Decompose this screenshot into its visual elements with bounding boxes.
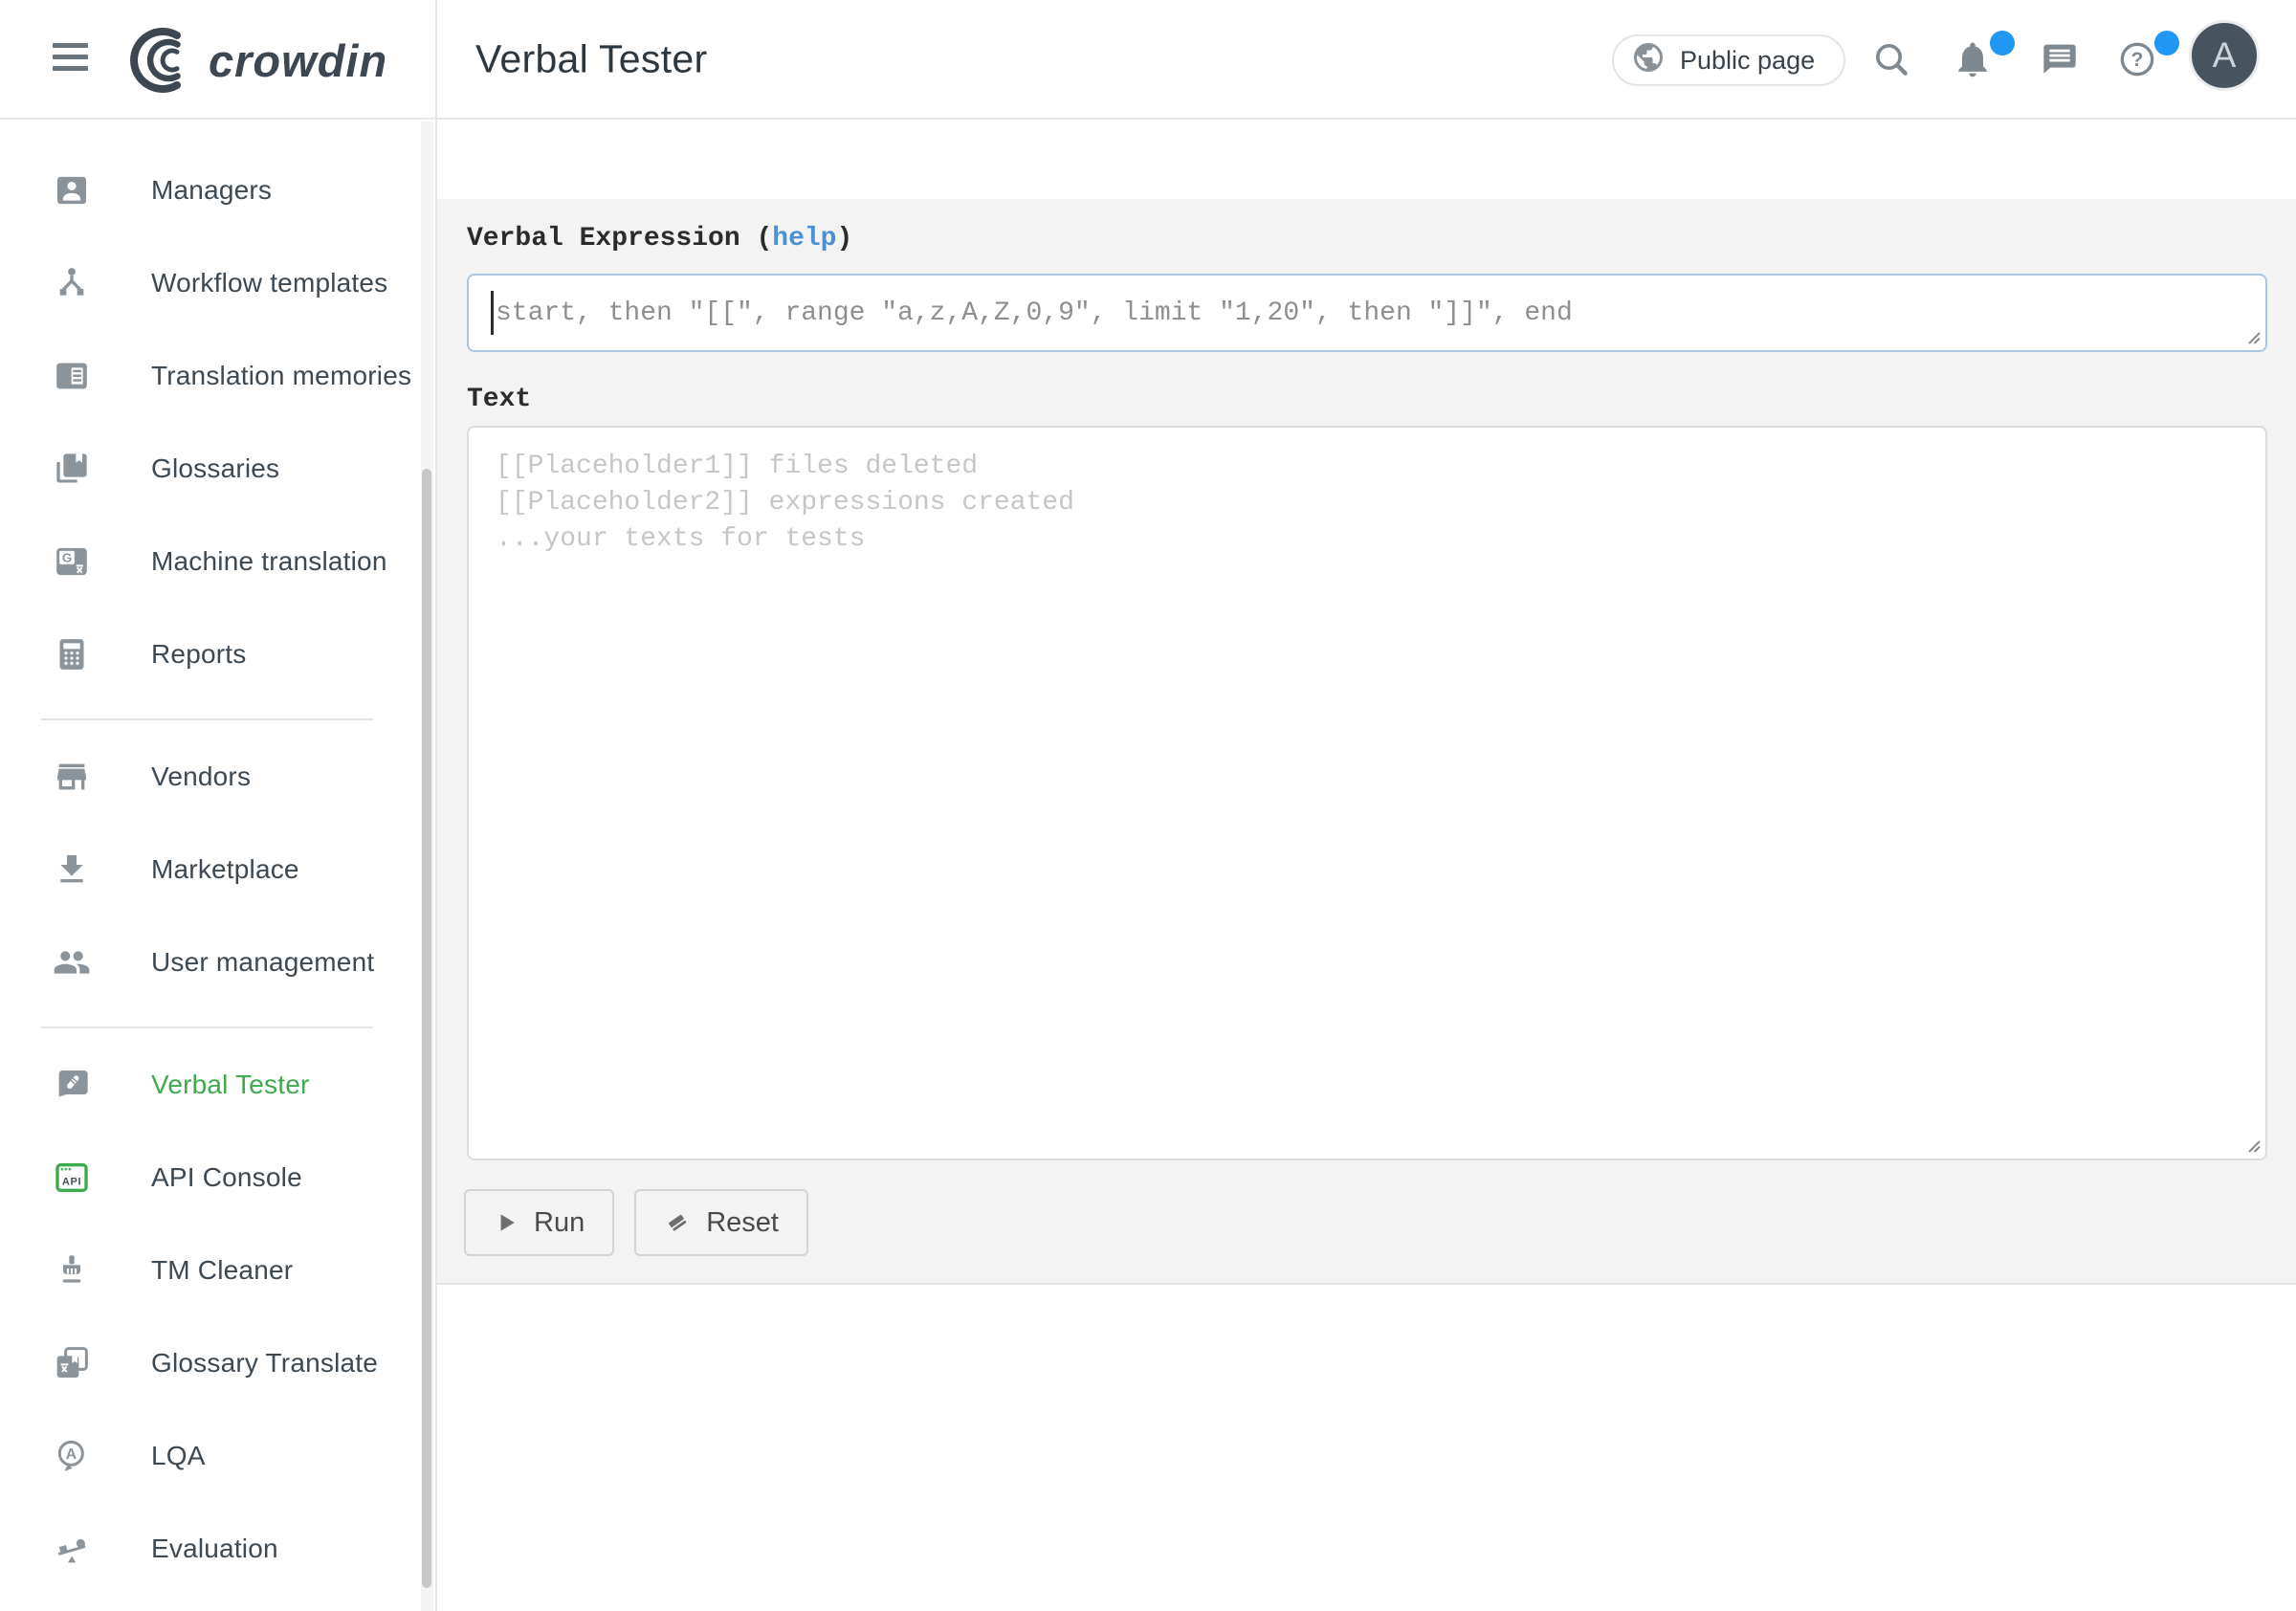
sidebar-item-label: Verbal Tester — [151, 1070, 310, 1100]
svg-text:?: ? — [2131, 49, 2144, 71]
manager-badge-icon — [53, 168, 97, 212]
sidebar-item-label: Vendors — [151, 761, 251, 792]
marketplace-download-icon — [53, 848, 97, 892]
workflow-icon — [53, 261, 97, 305]
text-input[interactable] — [467, 426, 2267, 1160]
sidebar-item-glossaries[interactable]: Glossaries — [0, 422, 435, 515]
public-page-label: Public page — [1680, 46, 1815, 76]
notifications-bell-icon[interactable] — [1952, 38, 1994, 80]
sidebar-item-verbal-tester[interactable]: Verbal Tester — [0, 1038, 435, 1131]
expression-field-wrap — [467, 274, 2267, 352]
sidebar-item-evaluation[interactable]: Evaluation — [0, 1502, 435, 1595]
user-management-icon — [53, 940, 97, 984]
sidebar-item-user-management[interactable]: User management — [0, 916, 435, 1008]
actions-row: Run Reset — [464, 1189, 808, 1256]
page-title: Verbal Tester — [475, 36, 707, 81]
translation-memory-icon — [53, 354, 97, 398]
reset-button[interactable]: Reset — [634, 1189, 808, 1256]
sidebar-item-translation-memories[interactable]: Translation memories — [0, 329, 435, 422]
sidebar-item-workflow-templates[interactable]: Workflow templates — [0, 236, 435, 329]
verbal-tester-panel: Verbal Expression (help) Text Run Reset — [437, 199, 2296, 1285]
sidebar-item-marketplace[interactable]: Marketplace — [0, 823, 435, 916]
sidebar-item-label: Reports — [151, 639, 246, 670]
lqa-icon: A — [53, 1434, 97, 1478]
sidebar-item-label: Workflow templates — [151, 268, 387, 298]
avatar-letter: A — [2213, 35, 2237, 76]
sidebar-item-label: Glossaries — [151, 453, 279, 484]
public-page-button[interactable]: Public page — [1612, 34, 1845, 86]
verbal-expression-input[interactable] — [467, 274, 2267, 352]
sidebar-item-managers[interactable]: Managers — [0, 143, 435, 236]
sidebar-divider — [41, 1026, 373, 1028]
sidebar-item-label: User management — [151, 947, 374, 978]
sidebar-item-tm-cleaner[interactable]: TM Cleaner — [0, 1224, 435, 1316]
search-icon[interactable] — [1872, 40, 1910, 78]
sidebar-item-label: LQA — [151, 1441, 206, 1471]
play-icon — [494, 1210, 519, 1235]
sidebar-item-vendors[interactable]: Vendors — [0, 730, 435, 823]
menu-icon[interactable] — [53, 43, 88, 71]
sidebar-item-lqa[interactable]: A LQA — [0, 1409, 435, 1502]
help-notification-dot — [2154, 31, 2179, 55]
glossary-translate-icon — [53, 1341, 97, 1385]
api-console-icon: API — [53, 1156, 97, 1200]
svg-text:G: G — [62, 550, 72, 564]
help-icon[interactable]: ? — [2118, 40, 2156, 78]
sidebar-item-label: Translation memories — [151, 361, 411, 391]
bell-notification-dot — [1990, 31, 2015, 55]
crowdin-logo[interactable]: crowdin — [122, 22, 411, 99]
globe-icon — [1631, 40, 1666, 81]
sidebar-item-label: Marketplace — [151, 854, 299, 885]
sidebar-item-label: TM Cleaner — [151, 1255, 293, 1286]
sidebar-item-glossary-translate[interactable]: Glossary Translate — [0, 1316, 435, 1409]
sidebar: crowdin Managers Workflow templates Transl… — [0, 0, 437, 1611]
verbal-tester-icon — [53, 1063, 97, 1107]
sidebar-item-api-console[interactable]: API API Console — [0, 1131, 435, 1224]
sidebar-header: crowdin — [0, 0, 435, 120]
svg-text:A: A — [66, 1446, 77, 1463]
machine-translation-icon: G — [53, 540, 97, 584]
page: crowdin Managers Workflow templates Transl… — [0, 0, 2296, 1611]
sidebar-item-label: Machine translation — [151, 546, 387, 577]
sidebar-item-label: Glossary Translate — [151, 1348, 378, 1379]
main-header: Verbal Tester Public page ? — [437, 0, 2296, 120]
sidebar-item-label: API Console — [151, 1162, 302, 1193]
sidebar-item-machine-translation[interactable]: G Machine translation — [0, 515, 435, 607]
sidebar-divider — [41, 718, 373, 720]
reports-icon — [53, 632, 97, 676]
tm-cleaner-icon — [53, 1248, 97, 1292]
text-cursor — [491, 291, 494, 335]
chat-icon[interactable] — [2041, 40, 2079, 78]
evaluation-icon — [53, 1527, 97, 1571]
sidebar-scrollbar-track — [421, 121, 433, 1611]
main-area: Verbal Tester Public page ? — [437, 0, 2296, 1611]
text-label: Text — [467, 385, 531, 414]
sidebar-item-label: Managers — [151, 175, 272, 206]
sidebar-item-reports[interactable]: Reports — [0, 607, 435, 700]
expression-label: Verbal Expression (help) — [467, 224, 852, 254]
vendors-icon — [53, 755, 97, 799]
sidebar-scrollbar-thumb[interactable] — [422, 469, 431, 1588]
glossaries-icon — [53, 447, 97, 491]
sidebar-nav: Managers Workflow templates Translation me… — [0, 143, 435, 1595]
svg-text:API: API — [62, 1176, 81, 1187]
logo-text: crowdin — [209, 35, 387, 86]
help-link[interactable]: help — [772, 224, 836, 254]
avatar[interactable]: A — [2189, 20, 2260, 91]
eraser-icon — [664, 1209, 691, 1236]
sidebar-item-label: Evaluation — [151, 1534, 278, 1564]
run-button[interactable]: Run — [464, 1189, 614, 1256]
text-field-wrap — [467, 426, 2267, 1160]
